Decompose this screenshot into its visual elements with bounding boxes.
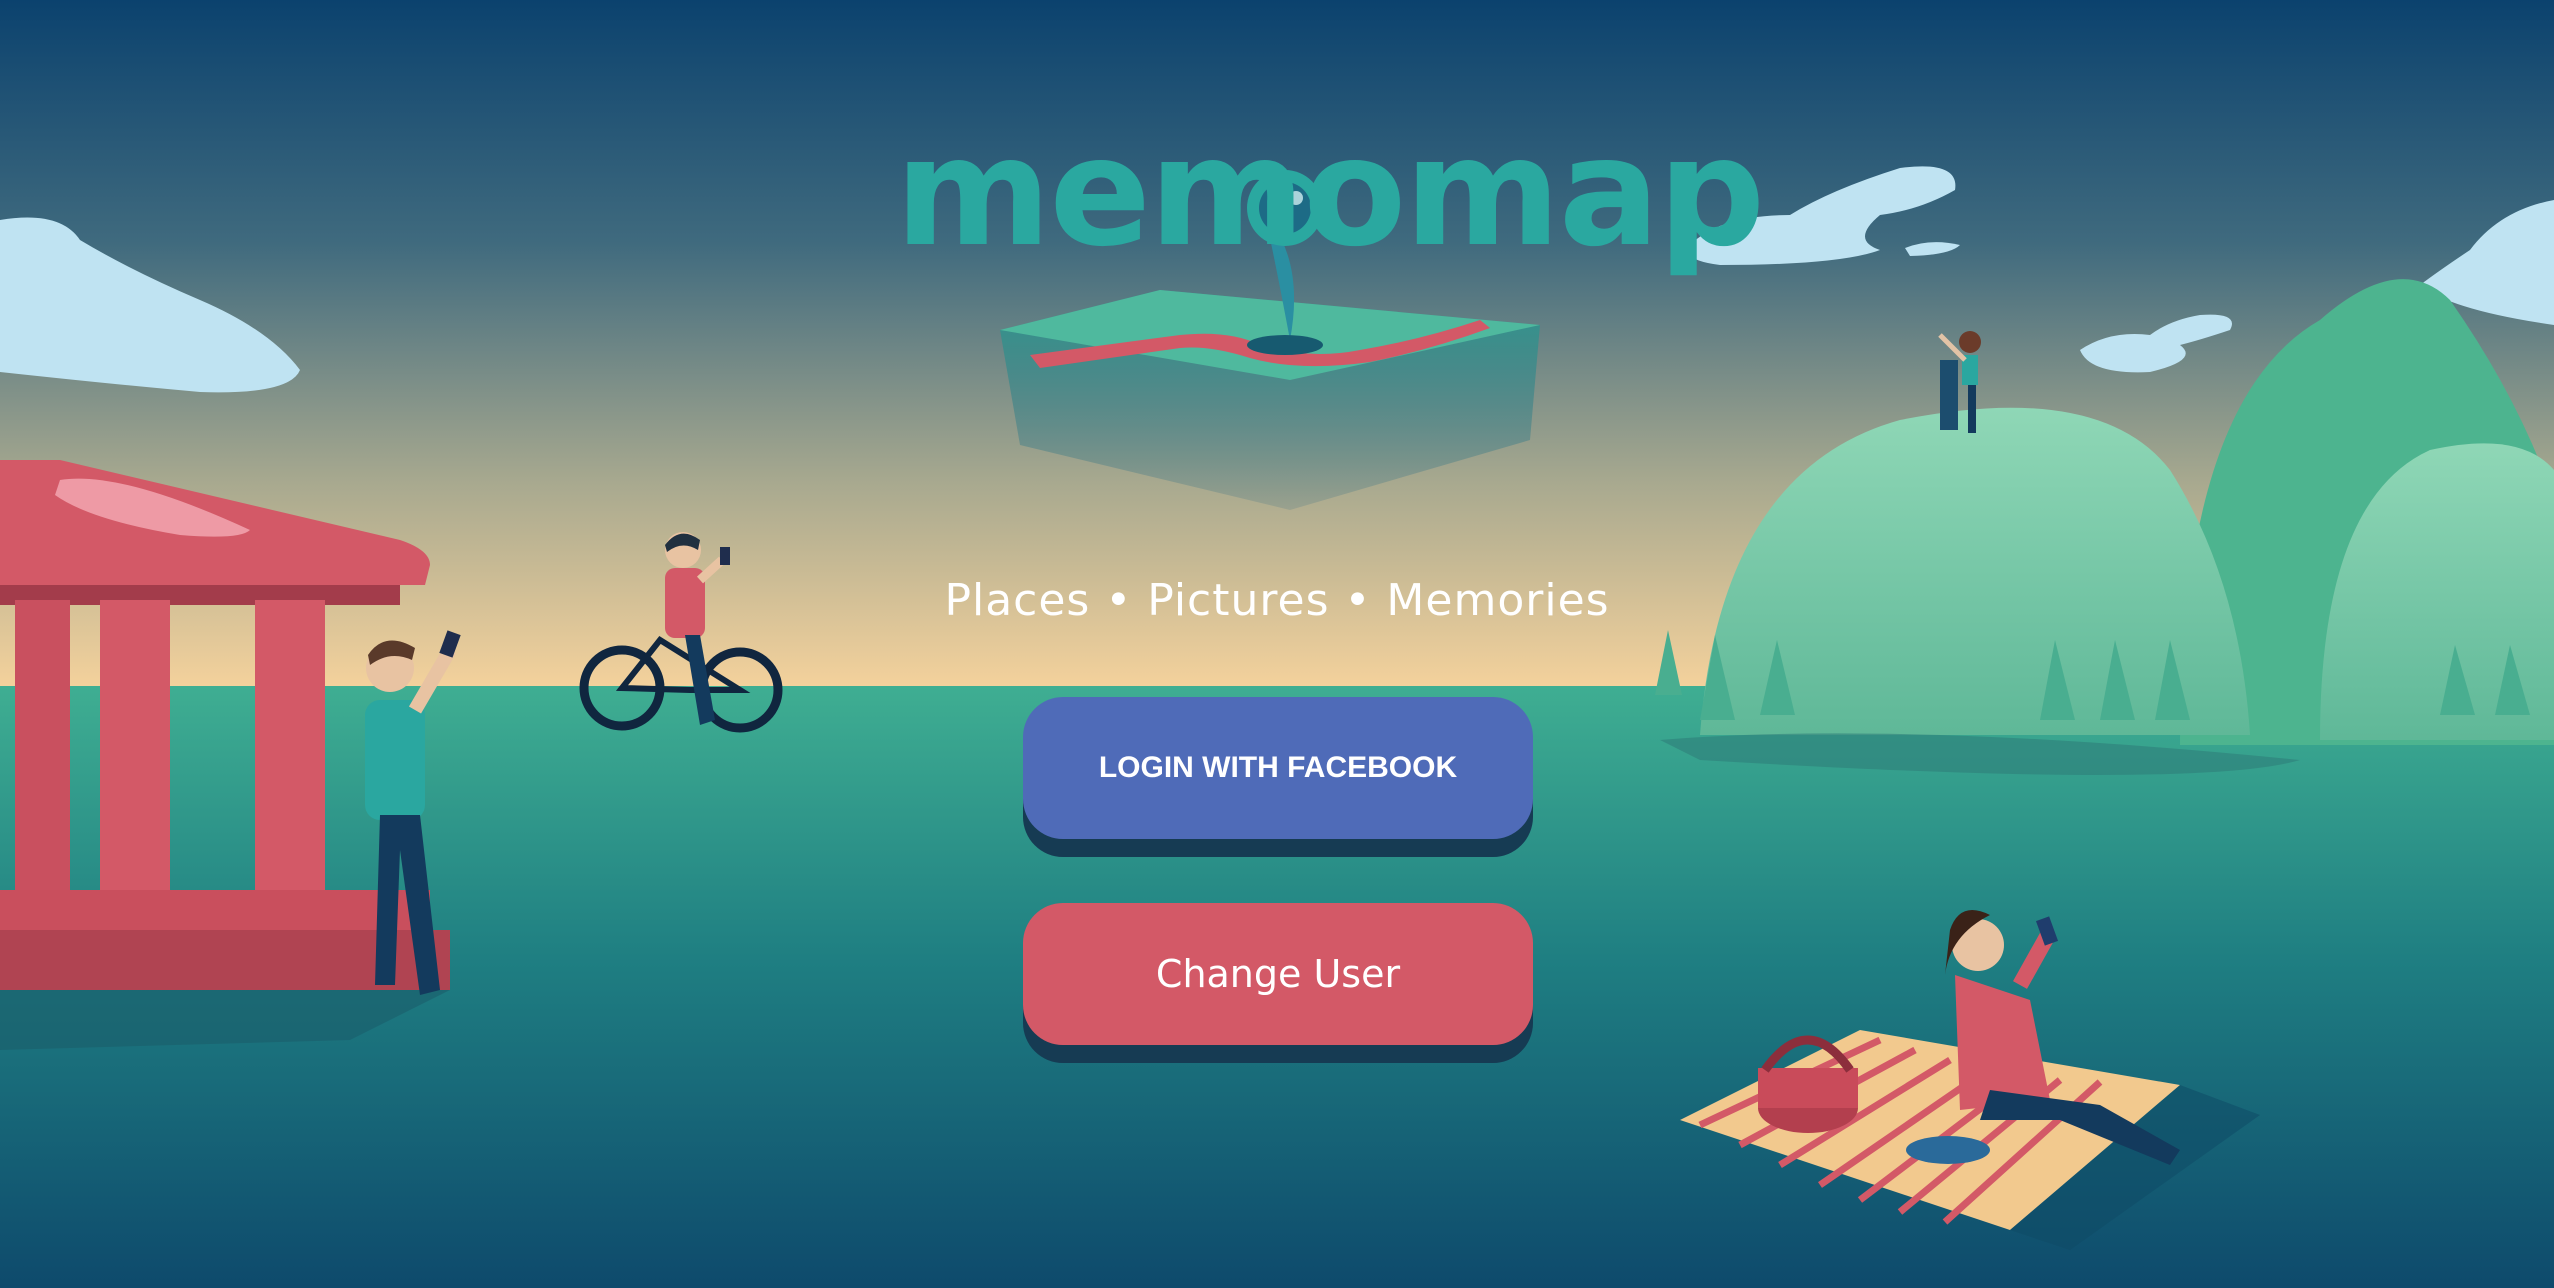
login-with-facebook-button[interactable]: LOGIN WITH FACEBOOK — [1023, 697, 1533, 839]
change-user-label: Change User — [1155, 952, 1401, 996]
app-logo: memomap — [895, 106, 1765, 280]
login-with-facebook-label: LOGIN WITH FACEBOOK — [1098, 751, 1458, 784]
change-user-button[interactable]: Change User — [1023, 903, 1533, 1045]
tagline: Places • Pictures • Memories — [944, 575, 1610, 626]
